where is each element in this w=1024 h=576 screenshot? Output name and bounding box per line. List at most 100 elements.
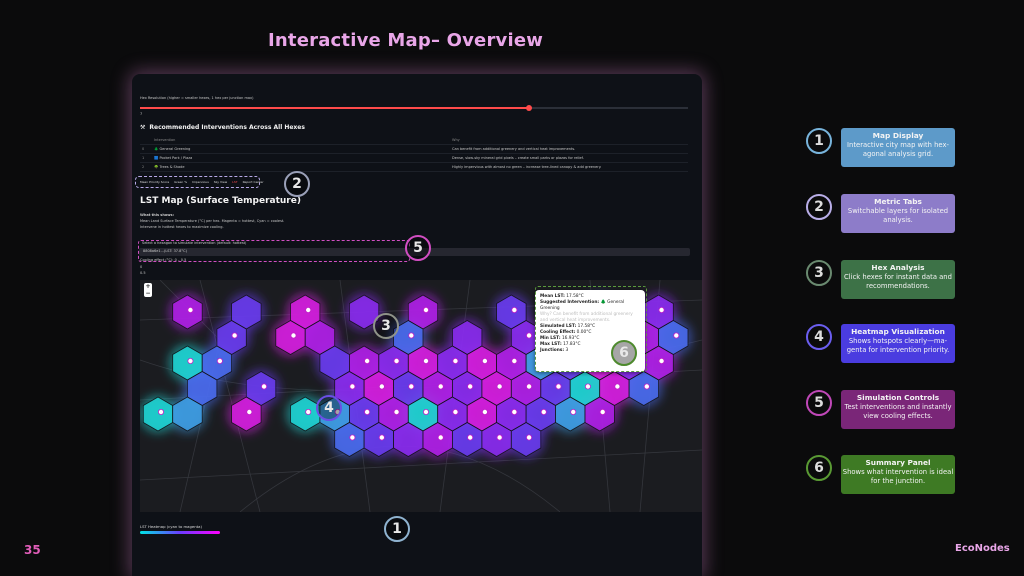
callout-title: Simulation Controls (856, 393, 940, 402)
lst-description: What this shows: Mean Land Surface Tempe… (140, 212, 284, 230)
junction-marker[interactable] (584, 383, 591, 390)
junctions-value: 3 (565, 348, 569, 353)
callout-description: Test interventions and instantly view co… (844, 403, 952, 420)
junction-marker[interactable] (673, 332, 680, 339)
junction-marker[interactable] (349, 434, 356, 441)
junction-marker[interactable] (378, 434, 385, 441)
tab-impervious[interactable]: Impervious (192, 180, 209, 184)
tab-green[interactable]: Green % (174, 180, 187, 184)
junction-marker[interactable] (305, 408, 312, 415)
callout-number-6: 6 (806, 455, 832, 481)
max-lst-label: Max LST: (540, 342, 562, 347)
callout-number: 6 (814, 460, 824, 476)
junction-marker[interactable] (481, 408, 488, 415)
junction-marker[interactable] (599, 408, 606, 415)
ring-number: 1 (392, 521, 402, 537)
junction-marker[interactable] (423, 408, 430, 415)
tab-lst[interactable]: LST (232, 180, 237, 184)
junction-marker[interactable] (437, 434, 444, 441)
junction-marker[interactable] (467, 383, 474, 390)
row-index: 0 (142, 147, 145, 151)
junction-marker[interactable] (496, 383, 503, 390)
callout-title: Hex Analysis (871, 263, 925, 272)
cooling-slider-marks: 0 0.5 (140, 264, 146, 276)
junction-marker[interactable] (540, 408, 547, 415)
simulated-label: Simulated LST: (540, 324, 577, 329)
junction-marker[interactable] (614, 383, 621, 390)
legend-title: LST Heatmap (cyan to magenta) (140, 524, 202, 529)
callout-description: Shows hotspots clearly—ma-genta for inte… (846, 337, 950, 354)
callout-description: Interactive city map with hex-agonal ana… (847, 141, 949, 158)
junction-marker[interactable] (658, 306, 665, 313)
junction-marker[interactable] (290, 332, 297, 339)
junction-marker[interactable] (452, 358, 459, 365)
junction-marker[interactable] (349, 383, 356, 390)
hex-resolution-slider[interactable] (140, 105, 688, 111)
junction-marker[interactable] (231, 332, 238, 339)
junction-marker[interactable] (423, 358, 430, 365)
callout-number: 5 (814, 395, 824, 411)
junction-marker[interactable] (511, 358, 518, 365)
hexagon-select-value: 8808a6e1...(LST: 37.8°C) (143, 249, 187, 253)
junction-marker[interactable] (187, 306, 194, 313)
junction-marker[interactable] (261, 383, 268, 390)
legend-gradient (140, 531, 220, 534)
recommendations-table: Intervention Why 0 🌲 General Greening Ca… (140, 136, 688, 172)
junction-marker[interactable] (364, 408, 371, 415)
map-display[interactable]: + − Mean LST: 17.58°C Suggested Interven… (140, 280, 702, 512)
junction-marker[interactable] (452, 408, 459, 415)
junction-marker[interactable] (216, 358, 223, 365)
callout-number: 1 (814, 133, 824, 149)
ring-number: 5 (413, 240, 423, 256)
tab-report-center[interactable]: Report Center (243, 180, 264, 184)
slider-thumb[interactable] (526, 105, 533, 111)
junction-marker[interactable] (157, 408, 164, 415)
junction-marker[interactable] (555, 383, 562, 390)
junction-marker[interactable] (526, 332, 533, 339)
ring-number: 2 (292, 176, 302, 192)
tab-sky-view[interactable]: Sky View (214, 180, 227, 184)
junction-marker[interactable] (246, 408, 253, 415)
junction-marker[interactable] (496, 434, 503, 441)
callout-metric-tabs: Metric Tabs Switchable layers for isolat… (841, 194, 955, 233)
zoom-in-button[interactable]: + (144, 283, 152, 290)
mean-lst-value: 17.58°C (566, 294, 584, 299)
column-header-intervention: Intervention (154, 138, 176, 142)
row-index: 2 (142, 165, 145, 169)
junction-marker[interactable] (364, 358, 371, 365)
junction-marker[interactable] (526, 434, 533, 441)
callout-title: Metric Tabs (874, 197, 922, 206)
zoom-out-button[interactable]: − (144, 290, 152, 297)
junction-marker[interactable] (305, 306, 312, 313)
junction-marker[interactable] (526, 383, 533, 390)
junction-marker[interactable] (393, 358, 400, 365)
junction-marker[interactable] (408, 332, 415, 339)
cooling-slider-max: 0.5 (140, 271, 146, 275)
callout-number: 4 (814, 329, 824, 345)
callout-heatmap-visualization: Heatmap Visualization Shows hotspots cle… (841, 324, 955, 363)
lst-map-title: LST Map (Surface Temperature) (140, 196, 301, 206)
junction-marker[interactable] (393, 408, 400, 415)
junction-marker[interactable] (408, 383, 415, 390)
table-row[interactable]: 0 🌲 General Greening Can benefit from ad… (140, 145, 688, 154)
ring-6: 6 (611, 340, 637, 366)
callout-title: Map Display (872, 131, 924, 140)
junction-marker[interactable] (570, 408, 577, 415)
page-number: 35 (24, 543, 41, 557)
junction-marker[interactable] (658, 358, 665, 365)
recommendations-title: Recommended Interventions Across All Hex… (149, 124, 305, 131)
junction-marker[interactable] (378, 383, 385, 390)
junction-marker[interactable] (511, 408, 518, 415)
junction-marker[interactable] (511, 306, 518, 313)
junction-marker[interactable] (467, 434, 474, 441)
tab-mean-priority-score[interactable]: Mean Priority Score (140, 180, 169, 184)
junction-marker[interactable] (643, 383, 650, 390)
tools-icon: ⚒ (140, 124, 146, 131)
junction-marker[interactable] (423, 306, 430, 313)
junction-marker[interactable] (481, 358, 488, 365)
table-row[interactable]: 1 🟦 Pocket Park / Plaza Dense, slow-sky … (140, 154, 688, 163)
junction-marker[interactable] (437, 383, 444, 390)
table-header: Intervention Why (140, 136, 688, 145)
table-row[interactable]: 2 🌳 Trees & Shade Highly impervious with… (140, 163, 688, 172)
junction-marker[interactable] (187, 358, 194, 365)
